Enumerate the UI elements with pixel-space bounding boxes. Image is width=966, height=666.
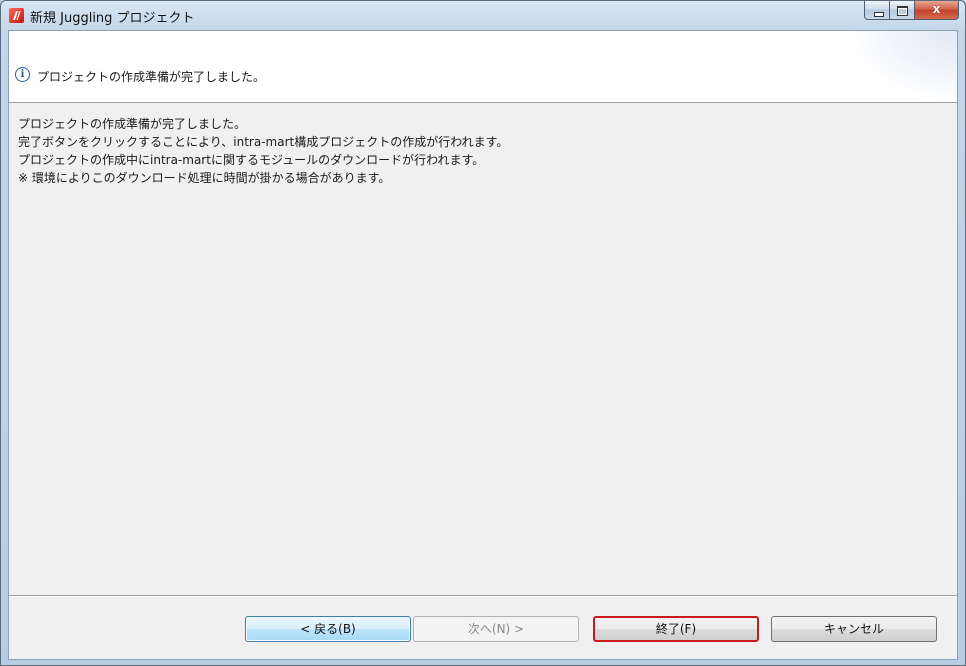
banner-decoration [847,31,957,102]
window-title: 新規 Juggling プロジェクト [30,11,195,26]
close-icon: x [932,2,941,16]
body-line: プロジェクトの作成中にintra-martに関するモジュールのダウンロードが行わ… [18,153,485,167]
finish-button[interactable]: 終了(F) [593,616,759,642]
wizard-window: 新規 Juggling プロジェクト x i プロジェクトの作成準備が完了しまし… [0,0,966,666]
button-bar-divider [9,595,957,597]
close-button[interactable]: x [915,1,959,20]
body-line: 完了ボタンをクリックすることにより、intra-mart構成プロジェクトの作成が… [18,135,509,149]
wizard-body-text: プロジェクトの作成準備が完了しました。 完了ボタンをクリックすることにより、in… [18,115,938,187]
wizard-banner: i プロジェクトの作成準備が完了しました。 [9,31,957,103]
body-line: ※ 環境によりこのダウンロード処理に時間が掛かる場合があります。 [18,171,391,185]
back-button[interactable]: < 戻る(B) [245,616,411,642]
minimize-icon[interactable] [864,1,890,20]
banner-message: プロジェクトの作成準備が完了しました。 [37,70,266,84]
body-line: プロジェクトの作成準備が完了しました。 [18,117,247,131]
dialog-client-area: i プロジェクトの作成準備が完了しました。 プロジェクトの作成準備が完了しました… [8,30,958,660]
title-bar[interactable]: 新規 Juggling プロジェクト x [1,1,965,30]
window-controls: x [864,1,959,21]
juggling-app-icon [9,8,24,23]
next-button[interactable]: 次へ(N) > [413,616,579,642]
info-icon: i [15,67,30,82]
cancel-button[interactable]: キャンセル [771,616,937,642]
maximize-icon[interactable] [890,1,915,20]
